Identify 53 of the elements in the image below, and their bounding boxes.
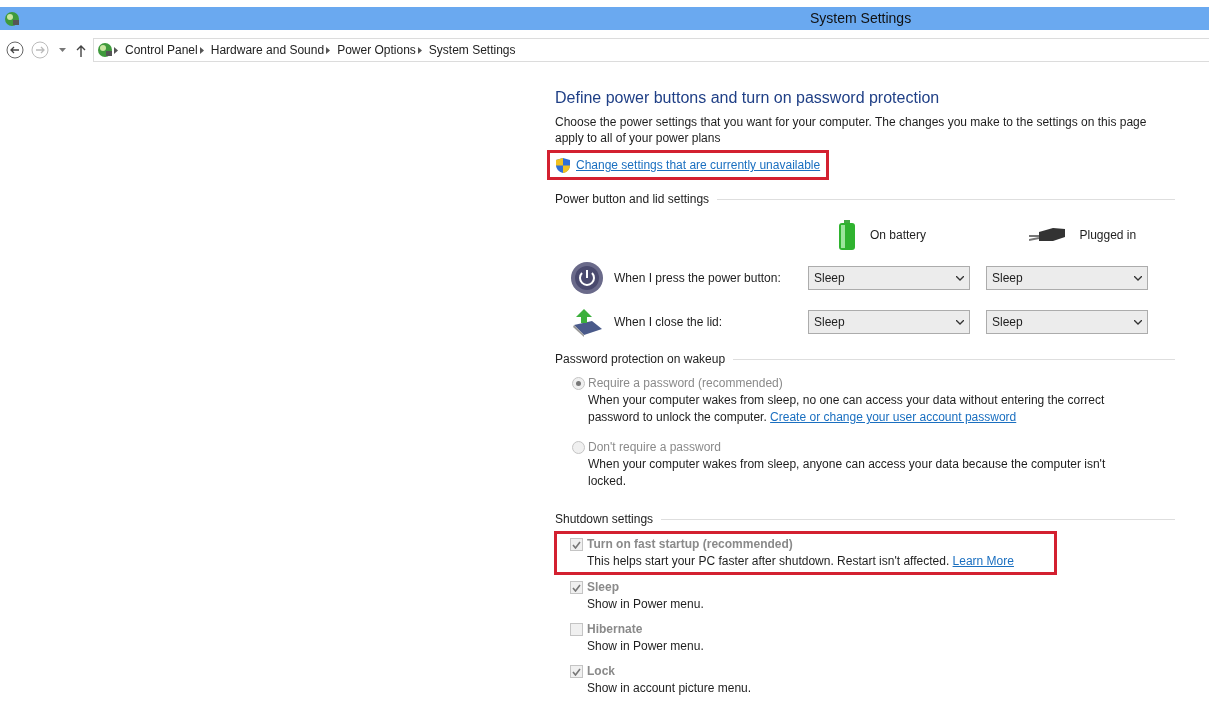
breadcrumb-item[interactable]: Hardware and Sound	[210, 41, 325, 59]
chevron-right-icon	[417, 46, 422, 54]
chevron-right-icon	[114, 46, 118, 54]
chevron-down-icon	[956, 319, 964, 325]
control-panel-icon	[3, 9, 21, 28]
section-title: Shutdown settings	[555, 511, 654, 528]
page-heading: Define power buttons and turn on password protection	[555, 88, 941, 108]
chevron-down-icon	[1134, 319, 1142, 325]
column-label: Plugged in	[1079, 227, 1137, 244]
breadcrumb-item[interactable]: Control Panel	[125, 41, 198, 59]
breadcrumb-item[interactable]: System Settings	[428, 41, 516, 59]
address-bar[interactable]: Control Panel Hardware and Sound Power Options System Settings	[93, 38, 1209, 62]
plug-icon	[1029, 226, 1066, 244]
checkmark-icon	[572, 667, 581, 676]
laptop-icon	[570, 307, 604, 337]
link[interactable]: Learn More	[952, 554, 1014, 568]
battery-icon	[837, 220, 856, 250]
chevron-down-icon	[1134, 275, 1142, 281]
checkbox-label[interactable]: Turn on fast startup (recommended)	[587, 536, 793, 553]
dropdown[interactable]: Sleep	[986, 266, 1148, 290]
up-arrow-icon[interactable]	[76, 43, 86, 57]
dropdown[interactable]: Sleep	[808, 310, 970, 334]
section-title: Power button and lid settings	[555, 191, 710, 208]
column-label: On battery	[869, 227, 926, 244]
chevron-right-icon	[199, 46, 204, 54]
option-description: Show in Power menu.	[586, 596, 705, 613]
option-description: This helps start your PC faster after shutdown. Restart isn't affected. Learn More	[586, 553, 1015, 570]
power-button-icon	[570, 261, 604, 295]
section-title: Password protection on wakeup	[555, 351, 726, 368]
dropdown[interactable]: Sleep	[808, 266, 970, 290]
checkbox[interactable]	[570, 538, 583, 551]
chevron-right-icon	[326, 46, 331, 54]
setting-label: When I close the lid:	[614, 314, 724, 331]
option-description: Show in account picture menu.	[586, 680, 753, 697]
window-title: System Settings	[810, 9, 912, 28]
setting-label: When I press the power button:	[614, 270, 782, 287]
option-description: When your computer wakes from sleep, no one can access your data without entering the correct password to unlock the computer. Create or change your user account password	[587, 392, 1106, 426]
intro-text: Choose the power settings that you want for your computer. The changes you make to the settings on this page apply to all of your power plans	[555, 114, 1148, 146]
dropdown-caret-icon[interactable]	[59, 47, 66, 53]
checkmark-icon	[572, 583, 581, 592]
checkbox[interactable]	[570, 665, 583, 678]
option-description: When your computer wakes from sleep, anyone can access your data because the computer isn't locked.	[587, 456, 1107, 490]
checkbox-label[interactable]: Lock	[587, 663, 615, 680]
shield-icon	[556, 157, 570, 173]
checkbox[interactable]	[570, 581, 583, 594]
option-description: Show in Power menu.	[586, 638, 705, 655]
control-panel-icon	[96, 41, 114, 59]
chevron-down-icon	[956, 275, 964, 281]
checkmark-icon	[572, 540, 581, 549]
link[interactable]: Change settings that are currently unavailable	[576, 156, 821, 174]
breadcrumb-item[interactable]: Power Options	[337, 41, 416, 59]
dropdown[interactable]: Sleep	[986, 310, 1148, 334]
checkbox[interactable]	[570, 623, 583, 636]
